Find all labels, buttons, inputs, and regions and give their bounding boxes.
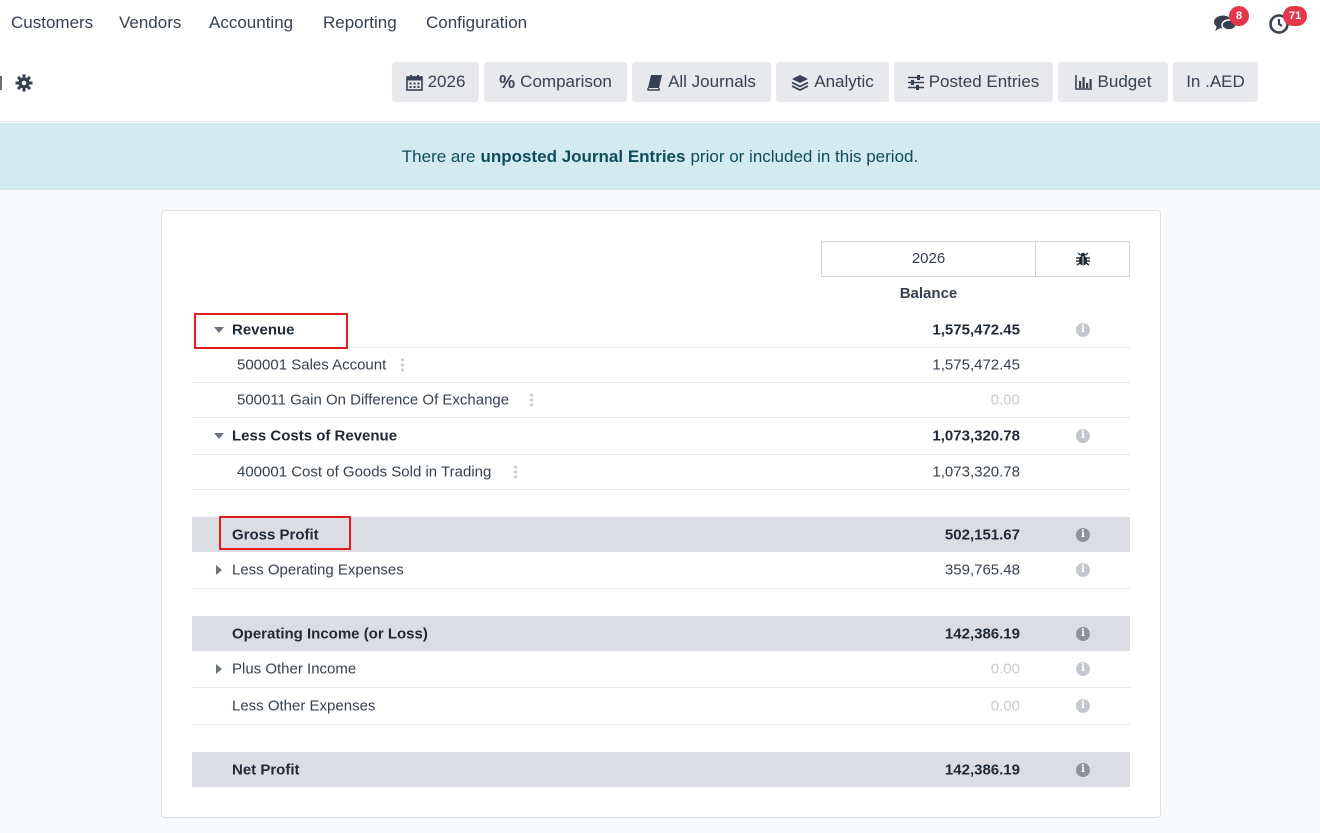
info-icon[interactable]: i xyxy=(1076,626,1090,641)
comparison-button[interactable]: % Comparison xyxy=(484,62,627,102)
line-label: 500001 Sales Account xyxy=(237,356,387,374)
line-value: 0.00 xyxy=(990,660,1020,678)
alert-prefix: There are xyxy=(401,146,476,166)
report-line-costs-of-revenue[interactable]: Less Costs of Revenue 1,073,320.78 i xyxy=(192,418,1130,455)
line-value: 0.00 xyxy=(990,697,1020,715)
bar-chart-icon xyxy=(1074,75,1092,90)
info-icon[interactable]: i xyxy=(1076,322,1090,337)
menu-configuration[interactable]: Configuration xyxy=(426,13,527,33)
report-line-other-expenses[interactable]: Less Other Expenses 0.00 i xyxy=(192,688,1130,725)
date-filter-button[interactable]: 2026 xyxy=(392,62,479,102)
book-icon xyxy=(647,74,663,91)
report-total-operating-income[interactable]: Operating Income (or Loss) 142,386.19 i xyxy=(192,616,1130,651)
percent-icon: % xyxy=(499,71,516,92)
line-value: 1,575,472.45 xyxy=(932,321,1020,338)
activities-count-badge: 71 xyxy=(1283,6,1308,26)
column-header-balance: Balance xyxy=(899,285,958,302)
info-icon[interactable]: i xyxy=(1076,699,1090,713)
budget-label: Budget xyxy=(1097,72,1152,91)
kebab-menu-icon[interactable] xyxy=(401,358,404,372)
line-label: Plus Other Income xyxy=(232,660,357,678)
caret-down-icon xyxy=(214,433,224,439)
gear-icon[interactable] xyxy=(15,74,33,92)
line-value: 359,765.48 xyxy=(944,561,1020,579)
report-line-cogs-trading[interactable]: 400001 Cost of Goods Sold in Trading 1,0… xyxy=(192,455,1130,490)
unposted-entries-alert: There are unposted Journal Entries prior… xyxy=(0,123,1320,190)
report-line-sales-account[interactable]: 500001 Sales Account 1,575,472.45 xyxy=(192,348,1130,383)
messages-count-badge: 8 xyxy=(1229,6,1249,26)
line-value: 502,151.67 xyxy=(944,526,1020,543)
caret-right-icon xyxy=(216,664,222,674)
info-icon[interactable]: i xyxy=(1076,429,1090,443)
line-value: 1,575,472.45 xyxy=(932,356,1020,374)
report-total-net-profit[interactable]: Net Profit 142,386.19 i xyxy=(192,752,1130,787)
highlight-box-gross-profit xyxy=(219,516,351,550)
menu-accounting[interactable]: Accounting xyxy=(209,13,293,33)
line-value: 142,386.19 xyxy=(944,625,1020,642)
line-label: Less Other Expenses xyxy=(232,697,376,715)
info-icon[interactable]: i xyxy=(1076,527,1090,542)
info-icon[interactable]: i xyxy=(1076,563,1090,577)
info-icon[interactable]: i xyxy=(1076,762,1090,777)
posted-entries-button[interactable]: Posted Entries xyxy=(894,62,1053,102)
control-panel: 2026 % Comparison All Journals Analytic … xyxy=(0,48,1320,122)
line-value: 1,073,320.78 xyxy=(932,427,1020,445)
info-icon[interactable]: i xyxy=(1076,662,1090,676)
report-line-other-income[interactable]: Plus Other Income 0.00 i xyxy=(192,651,1130,688)
line-label: Net Profit xyxy=(232,761,300,778)
report-line-gain-exchange[interactable]: 500011 Gain On Difference Of Exchange 0.… xyxy=(192,383,1130,418)
journals-button[interactable]: All Journals xyxy=(632,62,771,102)
breadcrumb-fragment-icon xyxy=(0,76,2,90)
layers-icon xyxy=(791,74,809,91)
journals-label: All Journals xyxy=(668,72,756,91)
line-label: Less Operating Expenses xyxy=(232,561,404,579)
line-label: 500011 Gain On Difference Of Exchange xyxy=(237,391,510,409)
analytic-button[interactable]: Analytic xyxy=(776,62,889,102)
budget-button[interactable]: Budget xyxy=(1058,62,1168,102)
alert-unposted-link[interactable]: unposted Journal Entries xyxy=(480,147,685,167)
highlight-box-revenue xyxy=(194,313,348,349)
report-line-operating-expenses[interactable]: Less Operating Expenses 359,765.48 i xyxy=(192,552,1130,589)
posted-entries-label: Posted Entries xyxy=(928,72,1040,91)
alert-suffix: prior or included in this period. xyxy=(690,146,919,166)
top-navbar: Customers Vendors Accounting Reporting C… xyxy=(0,0,1320,48)
line-value: 0.00 xyxy=(990,391,1020,409)
analytic-label: Analytic xyxy=(814,72,874,91)
menu-customers[interactable]: Customers xyxy=(11,13,93,33)
line-value: 1,073,320.78 xyxy=(932,463,1020,481)
kebab-menu-icon[interactable] xyxy=(514,465,517,479)
menu-vendors[interactable]: Vendors xyxy=(119,13,181,33)
currency-label: In .AED xyxy=(1186,72,1245,91)
menu-reporting[interactable]: Reporting xyxy=(323,13,397,33)
kebab-menu-icon[interactable] xyxy=(530,393,533,407)
date-filter-label: 2026 xyxy=(427,72,466,91)
line-label: Operating Income (or Loss) xyxy=(232,625,428,642)
debug-button[interactable] xyxy=(1035,241,1130,277)
bug-icon xyxy=(1075,252,1090,266)
line-label: Less Costs of Revenue xyxy=(232,427,398,445)
caret-right-icon xyxy=(216,565,222,575)
line-value: 142,386.19 xyxy=(944,761,1020,778)
currency-button[interactable]: In .AED xyxy=(1173,62,1258,102)
line-label: 400001 Cost of Goods Sold in Trading xyxy=(237,463,492,481)
column-header-year[interactable]: 2026 xyxy=(821,241,1036,277)
calendar-icon xyxy=(405,74,423,91)
sliders-icon xyxy=(907,74,924,90)
comparison-label: Comparison xyxy=(520,72,612,91)
